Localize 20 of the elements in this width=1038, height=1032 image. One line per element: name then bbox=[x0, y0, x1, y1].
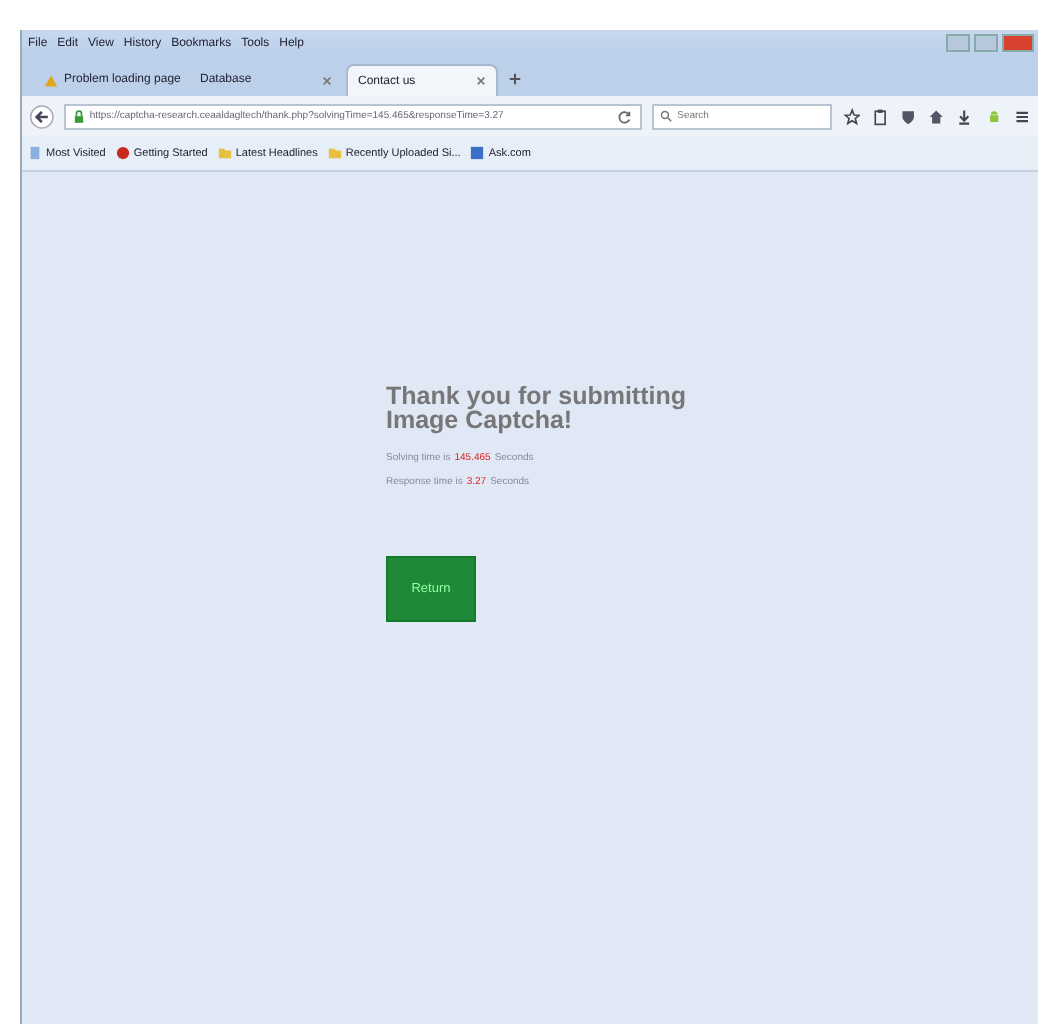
page-title: Thank you for submitting Image Captcha! bbox=[386, 384, 688, 432]
folder-icon bbox=[327, 146, 342, 160]
star-icon[interactable] bbox=[843, 107, 860, 125]
warning-icon bbox=[44, 73, 58, 87]
clipboard-icon[interactable] bbox=[871, 107, 889, 125]
menu-icon[interactable] bbox=[1013, 107, 1031, 125]
close-icon[interactable] bbox=[476, 76, 486, 86]
shield-icon[interactable] bbox=[900, 107, 917, 125]
lock-icon bbox=[73, 109, 84, 123]
close-icon[interactable] bbox=[322, 75, 332, 85]
reload-icon[interactable] bbox=[617, 109, 632, 123]
page-icon bbox=[28, 146, 42, 160]
download-icon[interactable] bbox=[956, 107, 974, 125]
page-icon bbox=[470, 146, 485, 160]
home-icon[interactable] bbox=[928, 107, 945, 125]
back-icon[interactable] bbox=[30, 103, 54, 129]
folder-icon bbox=[217, 146, 232, 160]
search-icon bbox=[659, 110, 672, 122]
new-tab-icon[interactable] bbox=[508, 72, 522, 86]
globe-icon bbox=[115, 146, 130, 160]
